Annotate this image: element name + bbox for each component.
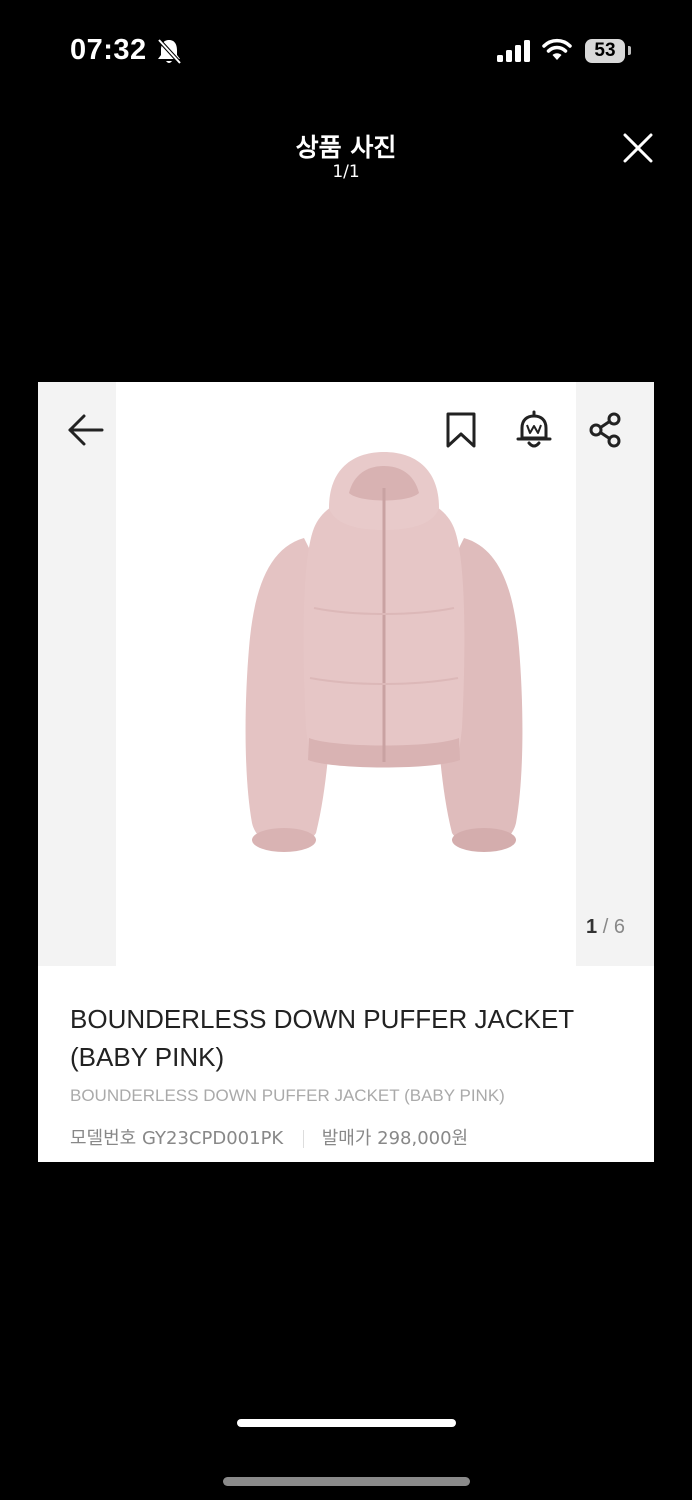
- image-pager-total: 6: [613, 916, 625, 938]
- close-icon[interactable]: [620, 130, 656, 166]
- alert-bell-icon[interactable]: [516, 410, 552, 450]
- product-image[interactable]: [116, 382, 576, 966]
- product-info: BOUNDERLESS DOWN PUFFER JACKET (BABY PIN…: [70, 1000, 630, 1150]
- battery-indicator: 53: [585, 39, 625, 63]
- model-label: 모델번호: [70, 1128, 137, 1149]
- image-pager-current: 1: [586, 916, 598, 938]
- image-pager: 1 / 6: [586, 916, 625, 939]
- bookmark-icon[interactable]: [444, 412, 478, 448]
- battery-tip: [628, 46, 631, 55]
- product-subtitle: BOUNDERLESS DOWN PUFFER JACKET (BABY PIN…: [70, 1086, 505, 1105]
- wifi-icon: [542, 38, 572, 60]
- price-label: 발매가: [321, 1128, 372, 1149]
- home-indicator[interactable]: [237, 1419, 456, 1427]
- bell-off-icon: [157, 38, 182, 65]
- product-meta: 모델번호 GY23CPD001PK 발매가 298,000원: [70, 1124, 630, 1150]
- meta-divider: [302, 1130, 304, 1148]
- home-indicator-secondary[interactable]: [223, 1477, 470, 1486]
- photo-counter: 1/1: [332, 162, 360, 182]
- share-icon[interactable]: [588, 412, 622, 448]
- image-pager-separator: /: [602, 916, 609, 938]
- model-number: GY23CPD001PK: [141, 1128, 284, 1149]
- release-price: 298,000원: [377, 1128, 469, 1149]
- product-image-area: 1 / 6: [38, 382, 654, 966]
- product-card: 1 / 6 BOUNDERLESS DOWN PUFFER JACKET (BA…: [38, 382, 654, 1162]
- product-name: BOUNDERLESS DOWN PUFFER JACKET (BABY PIN…: [70, 1004, 574, 1072]
- signal-icon: [497, 40, 530, 62]
- page-title: 상품 사진: [295, 133, 397, 162]
- status-time: 07:32: [70, 34, 147, 66]
- back-arrow-icon[interactable]: [66, 412, 106, 448]
- jacket-photo: [245, 452, 523, 852]
